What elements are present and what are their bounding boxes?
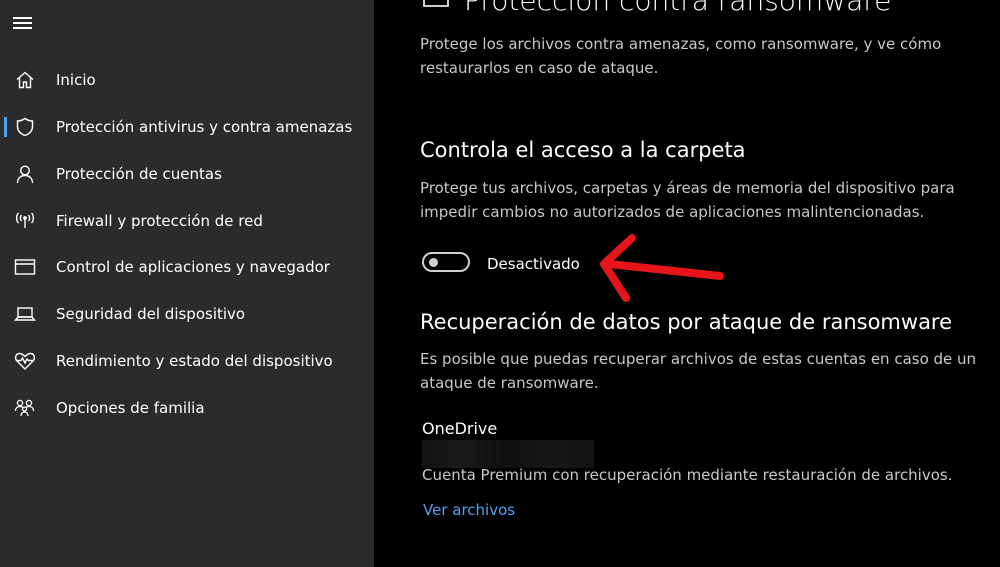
sidebar-item-label: Rendimiento y estado del dispositivo: [56, 352, 333, 370]
family-icon: [14, 397, 36, 419]
sidebar-item-label: Seguridad del dispositivo: [56, 305, 246, 323]
shield-icon: [14, 116, 36, 138]
page-title: Protección contra ransomware: [464, 0, 892, 17]
main-content: Protección contra ransomware Protege los…: [374, 0, 1000, 567]
page-description: Protege los archivos contra amenazas, co…: [420, 35, 942, 77]
sidebar-item-label: Control de aplicaciones y navegador: [56, 258, 330, 276]
person-icon: [14, 163, 36, 185]
sidebar-item-label: Inicio: [56, 71, 96, 89]
view-files-link[interactable]: Ver archivos: [423, 501, 515, 519]
sidebar-item-label: Protección antivirus y contra amenazas: [56, 118, 353, 136]
windows-security-window: Inicio Protección antivirus y contra ame…: [0, 0, 1000, 567]
sidebar-item-antivirus[interactable]: Protección antivirus y contra amenazas: [0, 107, 374, 147]
toggle-knob: [429, 258, 438, 267]
sidebar-item-label: Opciones de familia: [56, 399, 205, 417]
ransomware-folder-icon: [422, 0, 450, 10]
sidebar-item-dispositivo[interactable]: Seguridad del dispositivo: [0, 294, 374, 334]
browser-window-icon: [14, 256, 36, 278]
laptop-icon: [14, 303, 36, 325]
account-description: Cuenta Premium con recuperación mediante…: [422, 466, 953, 484]
controlled-access-description: Protege tus archivos, carpetas y áreas d…: [420, 179, 955, 221]
sidebar-item-inicio[interactable]: Inicio: [0, 60, 374, 100]
sidebar-item-familia[interactable]: Opciones de familia: [0, 388, 374, 428]
toggle-state-label: Desactivado: [487, 255, 580, 273]
hamburger-menu-icon[interactable]: [13, 16, 33, 30]
red-arrow-annotation-icon: [600, 234, 724, 302]
sidebar-item-label: Protección de cuentas: [56, 165, 222, 183]
wireless-antenna-icon: [14, 210, 36, 232]
home-icon: [14, 69, 36, 91]
controlled-access-toggle[interactable]: [422, 252, 470, 272]
account-name: OneDrive: [422, 419, 498, 438]
sidebar-item-cuentas[interactable]: Protección de cuentas: [0, 154, 374, 194]
redacted-account-email: [422, 440, 594, 468]
heart-pulse-icon: [14, 350, 36, 372]
recovery-description: Es posible que puedas recuperar archivos…: [420, 350, 977, 392]
sidebar-item-aplicaciones[interactable]: Control de aplicaciones y navegador: [0, 247, 374, 287]
sidebar: Inicio Protección antivirus y contra ame…: [0, 0, 374, 567]
sidebar-item-rendimiento[interactable]: Rendimiento y estado del dispositivo: [0, 341, 374, 381]
recovery-title: Recuperación de datos por ataque de rans…: [420, 310, 953, 334]
sidebar-item-firewall[interactable]: Firewall y protección de red: [0, 201, 374, 241]
active-indicator: [4, 117, 7, 137]
controlled-access-title: Controla el acceso a la carpeta: [420, 138, 746, 162]
sidebar-item-label: Firewall y protección de red: [56, 212, 263, 230]
